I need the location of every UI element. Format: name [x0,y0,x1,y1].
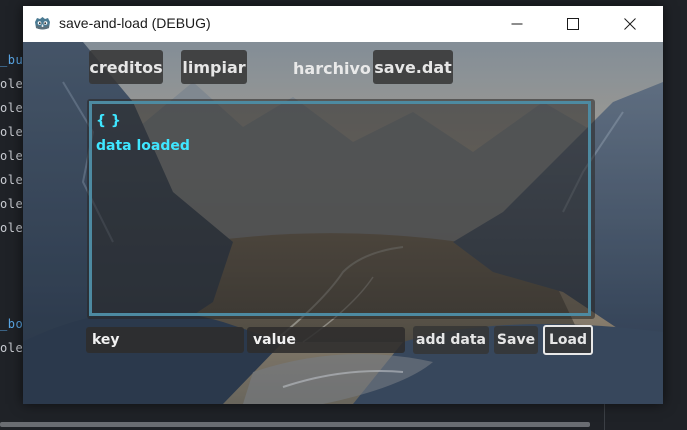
editor-divider [604,400,605,430]
code-line: ole [0,197,24,211]
code-line: _bu [0,53,24,67]
window-titlebar[interactable]: save-and-load (DEBUG) [23,6,663,42]
value-input[interactable] [247,327,405,353]
game-window: save-and-load (DEBUG) creditos limpiar h… [23,6,663,404]
code-line: _bo [0,317,24,331]
file-name-button[interactable]: save.dat [373,50,453,84]
log-line: data loaded [96,138,190,154]
godot-icon [34,16,51,31]
maximize-button[interactable] [550,6,596,42]
close-button[interactable] [607,6,653,42]
editor-horizontal-scrollbar[interactable] [0,422,590,427]
close-icon [624,18,636,30]
code-line: ole [0,77,24,91]
save-button[interactable]: Save [494,326,538,354]
load-button[interactable]: Load [543,325,593,355]
minimize-icon [511,18,523,30]
maximize-icon [567,18,579,30]
add-data-button[interactable]: add data [413,326,489,354]
code-line: ole [0,173,24,187]
code-line: ole [0,149,24,163]
game-viewport: creditos limpiar harchivo save.dat { } d… [23,42,663,404]
creditos-button[interactable]: creditos [89,50,163,84]
code-line: ole [0,101,24,115]
code-line: ole [0,221,24,235]
code-line: ole [0,341,24,355]
log-output[interactable] [89,101,591,316]
code-line: ole [0,125,24,139]
harchivo-label: harchivo [293,59,371,78]
log-line: { } [96,113,121,129]
limpiar-button[interactable]: limpiar [181,50,247,84]
window-title: save-and-load (DEBUG) [59,15,211,31]
minimize-button[interactable] [494,6,540,42]
key-input[interactable] [86,327,244,353]
